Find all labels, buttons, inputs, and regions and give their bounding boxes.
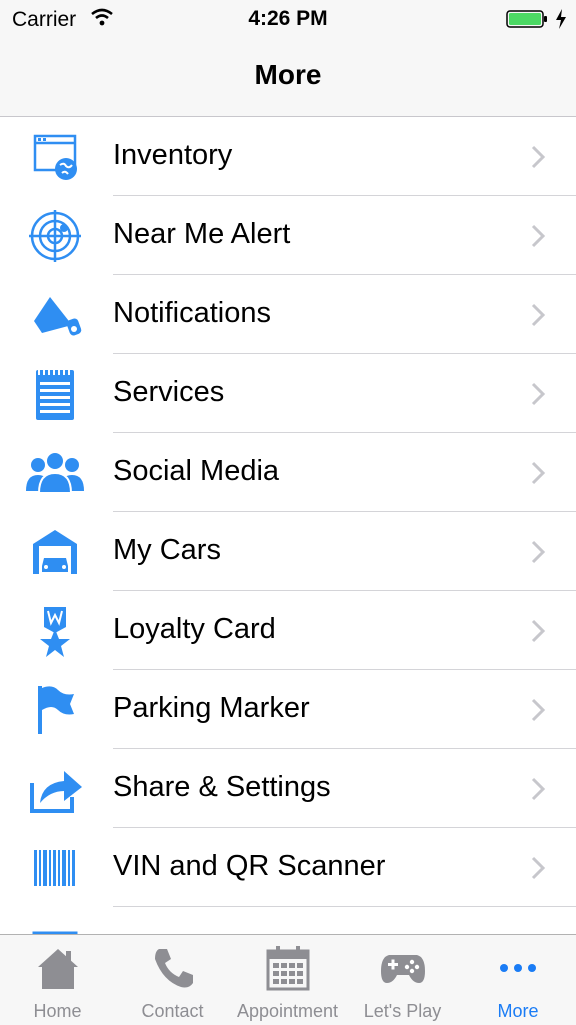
tab-contact[interactable]: Contact — [115, 935, 230, 1025]
tab-bar: Home Contact Appointment Let's Play More — [0, 934, 576, 1025]
menu-item-label: Notifications — [113, 297, 271, 329]
megaphone-icon — [26, 289, 84, 341]
chevron-right-icon — [530, 223, 546, 249]
menu-item-label: Share & Settings — [113, 771, 331, 803]
chevron-right-icon — [530, 855, 546, 881]
status-bar: Carrier 4:26 PM — [0, 0, 576, 40]
menu-item-label: Social Media — [113, 455, 280, 487]
flag-icon — [26, 684, 84, 736]
page-title: More — [254, 59, 322, 90]
menu-item-near-me-alert[interactable]: Near Me Alert — [0, 196, 576, 275]
menu-item-services[interactable]: Services — [0, 354, 576, 433]
chevron-right-icon — [530, 460, 546, 486]
menu-item-label: VIN and QR Scanner — [113, 850, 386, 882]
chevron-right-icon — [530, 381, 546, 407]
document-icon — [26, 921, 84, 934]
chevron-right-icon — [530, 618, 546, 644]
badge-star-icon — [26, 605, 84, 657]
radar-icon — [26, 210, 84, 262]
more-menu-list[interactable]: Inventory Near Me Alert Notifications Se… — [0, 117, 576, 934]
phone-icon — [149, 945, 197, 991]
tab-appointment[interactable]: Appointment — [230, 935, 345, 1025]
chevron-right-icon — [530, 144, 546, 170]
menu-item-label: Parking Marker — [113, 692, 310, 724]
tab-home[interactable]: Home — [0, 935, 115, 1025]
home-icon — [34, 945, 82, 991]
menu-item-share-settings[interactable]: Share & Settings — [0, 749, 576, 828]
inventory-icon — [26, 131, 84, 183]
menu-item-social-media[interactable]: Social Media — [0, 433, 576, 512]
chevron-right-icon — [530, 776, 546, 802]
tab-more[interactable]: More — [460, 935, 576, 1025]
menu-item-partial[interactable] — [0, 907, 576, 934]
more-icon — [494, 945, 542, 991]
menu-item-label: My Cars — [113, 534, 221, 566]
menu-item-label: Loyalty Card — [113, 613, 276, 645]
menu-item-notifications[interactable]: Notifications — [0, 275, 576, 354]
clock: 4:26 PM — [248, 7, 328, 30]
menu-item-label: Services — [113, 376, 225, 408]
menu-item-loyalty-card[interactable]: Loyalty Card — [0, 591, 576, 670]
menu-item-inventory[interactable]: Inventory — [0, 117, 576, 196]
notepad-icon — [26, 368, 84, 420]
barcode-icon — [26, 842, 84, 894]
tab-lets-play[interactable]: Let's Play — [345, 935, 460, 1025]
battery-icon — [506, 10, 548, 28]
tab-label: Contact — [141, 1001, 204, 1021]
tab-label: More — [497, 1001, 539, 1021]
menu-item-my-cars[interactable]: My Cars — [0, 512, 576, 591]
calendar-icon — [264, 945, 312, 991]
menu-item-vin-qr-scanner[interactable]: VIN and QR Scanner — [0, 828, 576, 907]
chevron-right-icon — [530, 302, 546, 328]
chevron-right-icon — [530, 697, 546, 723]
menu-item-label: Inventory — [113, 139, 233, 171]
navigation-bar: More — [0, 40, 576, 117]
people-icon — [26, 447, 84, 499]
gamepad-icon — [379, 945, 427, 991]
menu-item-label: Near Me Alert — [113, 218, 291, 250]
tab-label: Let's Play — [363, 1001, 442, 1021]
share-icon — [26, 763, 84, 815]
chevron-right-icon — [530, 539, 546, 565]
charging-icon — [555, 9, 567, 29]
tab-label: Appointment — [236, 1001, 339, 1021]
menu-item-parking-marker[interactable]: Parking Marker — [0, 670, 576, 749]
tab-label: Home — [33, 1001, 82, 1021]
garage-icon — [26, 526, 84, 578]
